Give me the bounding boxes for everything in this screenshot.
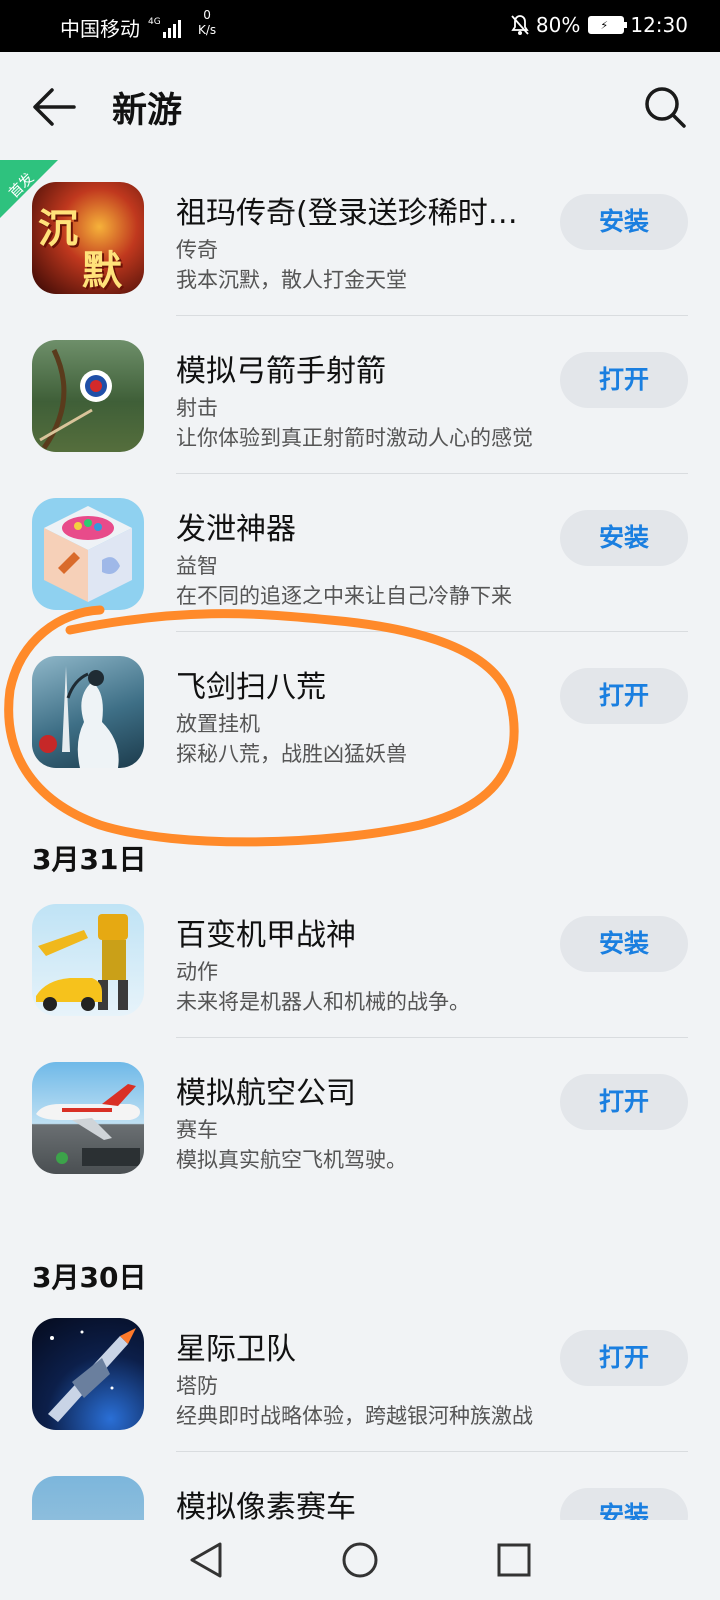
install-button[interactable]: 安装 <box>560 510 688 566</box>
app-name: 百变机甲战神 <box>176 918 356 953</box>
list-item[interactable]: 星际卫队 塔防 经典即时战略体验，跨越银河种族激战 打开 <box>0 1294 720 1452</box>
app-name: 祖玛传奇(登录送珍稀时… <box>176 196 518 231</box>
app-name: 模拟像素赛车 <box>176 1490 356 1520</box>
system-nav-bar <box>0 1520 720 1600</box>
battery-icon: ⚡ <box>588 16 628 34</box>
signal-icon: 4G <box>148 17 183 38</box>
clock: 12:30 <box>630 13 688 37</box>
app-name: 飞剑扫八荒 <box>176 670 326 705</box>
list-item[interactable]: 模拟像素赛车 安装 <box>0 1452 720 1520</box>
install-button[interactable]: 安装 <box>560 1488 688 1520</box>
app-description: 在不同的追逐之中来让自己冷静下来 <box>176 584 512 608</box>
app-category: 塔防 <box>176 1374 218 1398</box>
game-icon-pixel-racing <box>32 1476 144 1520</box>
list-item[interactable]: 百变机甲战神 动作 未来将是机器人和机械的战争。 安装 <box>0 880 720 1038</box>
app-description: 我本沉默，散人打金天堂 <box>176 268 407 292</box>
app-description: 未来将是机器人和机械的战争。 <box>176 990 470 1014</box>
app-description: 经典即时战略体验，跨越银河种族激战 <box>176 1404 533 1428</box>
app-category: 赛车 <box>176 1118 218 1142</box>
install-button[interactable]: 安装 <box>560 194 688 250</box>
app-name: 发泄神器 <box>176 512 296 547</box>
date-header: 3月30日 <box>32 1261 147 1294</box>
status-bar: 中国移动 4G 0 K/s 80% ⚡ 12:30 <box>0 0 720 52</box>
open-button[interactable]: 打开 <box>560 668 688 724</box>
list-item[interactable]: 发泄神器 益智 在不同的追逐之中来让自己冷静下来 安装 <box>0 474 720 632</box>
mute-bell-icon <box>511 15 529 35</box>
app-category: 射击 <box>176 396 218 420</box>
app-category: 放置挂机 <box>176 712 260 736</box>
back-arrow-icon[interactable] <box>30 86 78 128</box>
game-icon-star-guard <box>32 1318 144 1430</box>
carrier-name: 中国移动 <box>60 17 140 41</box>
open-button[interactable]: 打开 <box>560 352 688 408</box>
nav-home-icon[interactable] <box>336 1536 384 1584</box>
network-speed: 0 K/s <box>198 8 217 37</box>
list-item[interactable]: 模拟弓箭手射箭 射击 让你体验到真正射箭时激动人心的感觉 打开 <box>0 316 720 474</box>
battery-percent: 80% <box>535 13 581 37</box>
game-icon-airline <box>32 1062 144 1174</box>
nav-back-icon[interactable] <box>182 1536 230 1584</box>
page-title: 新游 <box>112 91 183 131</box>
app-name: 星际卫队 <box>176 1332 296 1367</box>
list-item[interactable]: 飞剑扫八荒 放置挂机 探秘八荒，战胜凶猛妖兽 打开 <box>0 632 720 790</box>
app-name: 模拟航空公司 <box>176 1076 356 1111</box>
app-name: 模拟弓箭手射箭 <box>176 354 386 389</box>
nav-recent-apps-icon[interactable] <box>490 1536 538 1584</box>
app-description: 探秘八荒，战胜凶猛妖兽 <box>176 742 407 766</box>
game-icon-flying-sword <box>32 656 144 768</box>
app-description: 让你体验到真正射箭时激动人心的感觉 <box>176 426 533 450</box>
game-icon-mecha <box>32 904 144 1016</box>
list-item[interactable]: 沉 默 祖玛传奇(登录送珍稀时… 传奇 我本沉默，散人打金天堂 安装 <box>0 158 720 316</box>
search-icon[interactable] <box>642 84 688 130</box>
app-category: 动作 <box>176 960 218 984</box>
game-icon-archery <box>32 340 144 452</box>
date-header: 3月31日 <box>32 843 147 876</box>
app-category: 益智 <box>176 554 218 578</box>
app-description: 模拟真实航空飞机驾驶。 <box>176 1148 407 1172</box>
open-button[interactable]: 打开 <box>560 1074 688 1130</box>
open-button[interactable]: 打开 <box>560 1330 688 1386</box>
install-button[interactable]: 安装 <box>560 916 688 972</box>
app-category: 传奇 <box>176 238 218 262</box>
list-item[interactable]: 模拟航空公司 赛车 模拟真实航空飞机驾驶。 打开 <box>0 1038 720 1196</box>
app-header: 新游 <box>0 52 720 162</box>
game-icon-fidget <box>32 498 144 610</box>
